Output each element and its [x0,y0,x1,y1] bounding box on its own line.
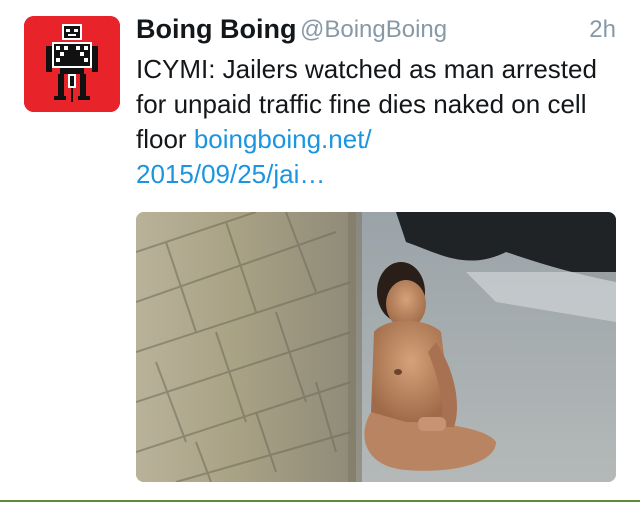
author-name[interactable]: Boing Boing [136,14,296,45]
boingboing-logo-icon [24,16,120,112]
tweet-link-line1: boingboing.net/ [193,124,372,154]
tweet-timestamp[interactable]: 2h [589,16,616,44]
tweet-body: ICYMI: Jailers watched as man arrested f… [136,52,626,192]
tweet-link-line2: 2015/09/25/jai… [136,159,326,189]
bottom-divider [0,500,640,502]
tweet-header: Boing Boing @BoingBoing 2h [136,12,616,48]
avatar[interactable] [24,16,120,112]
tweet-media[interactable] [136,212,616,482]
tweet-card[interactable]: Boing Boing @BoingBoing 2h ICYMI: Jailer… [0,0,640,507]
photo-image [136,212,616,482]
author-handle[interactable]: @BoingBoing [300,16,447,44]
